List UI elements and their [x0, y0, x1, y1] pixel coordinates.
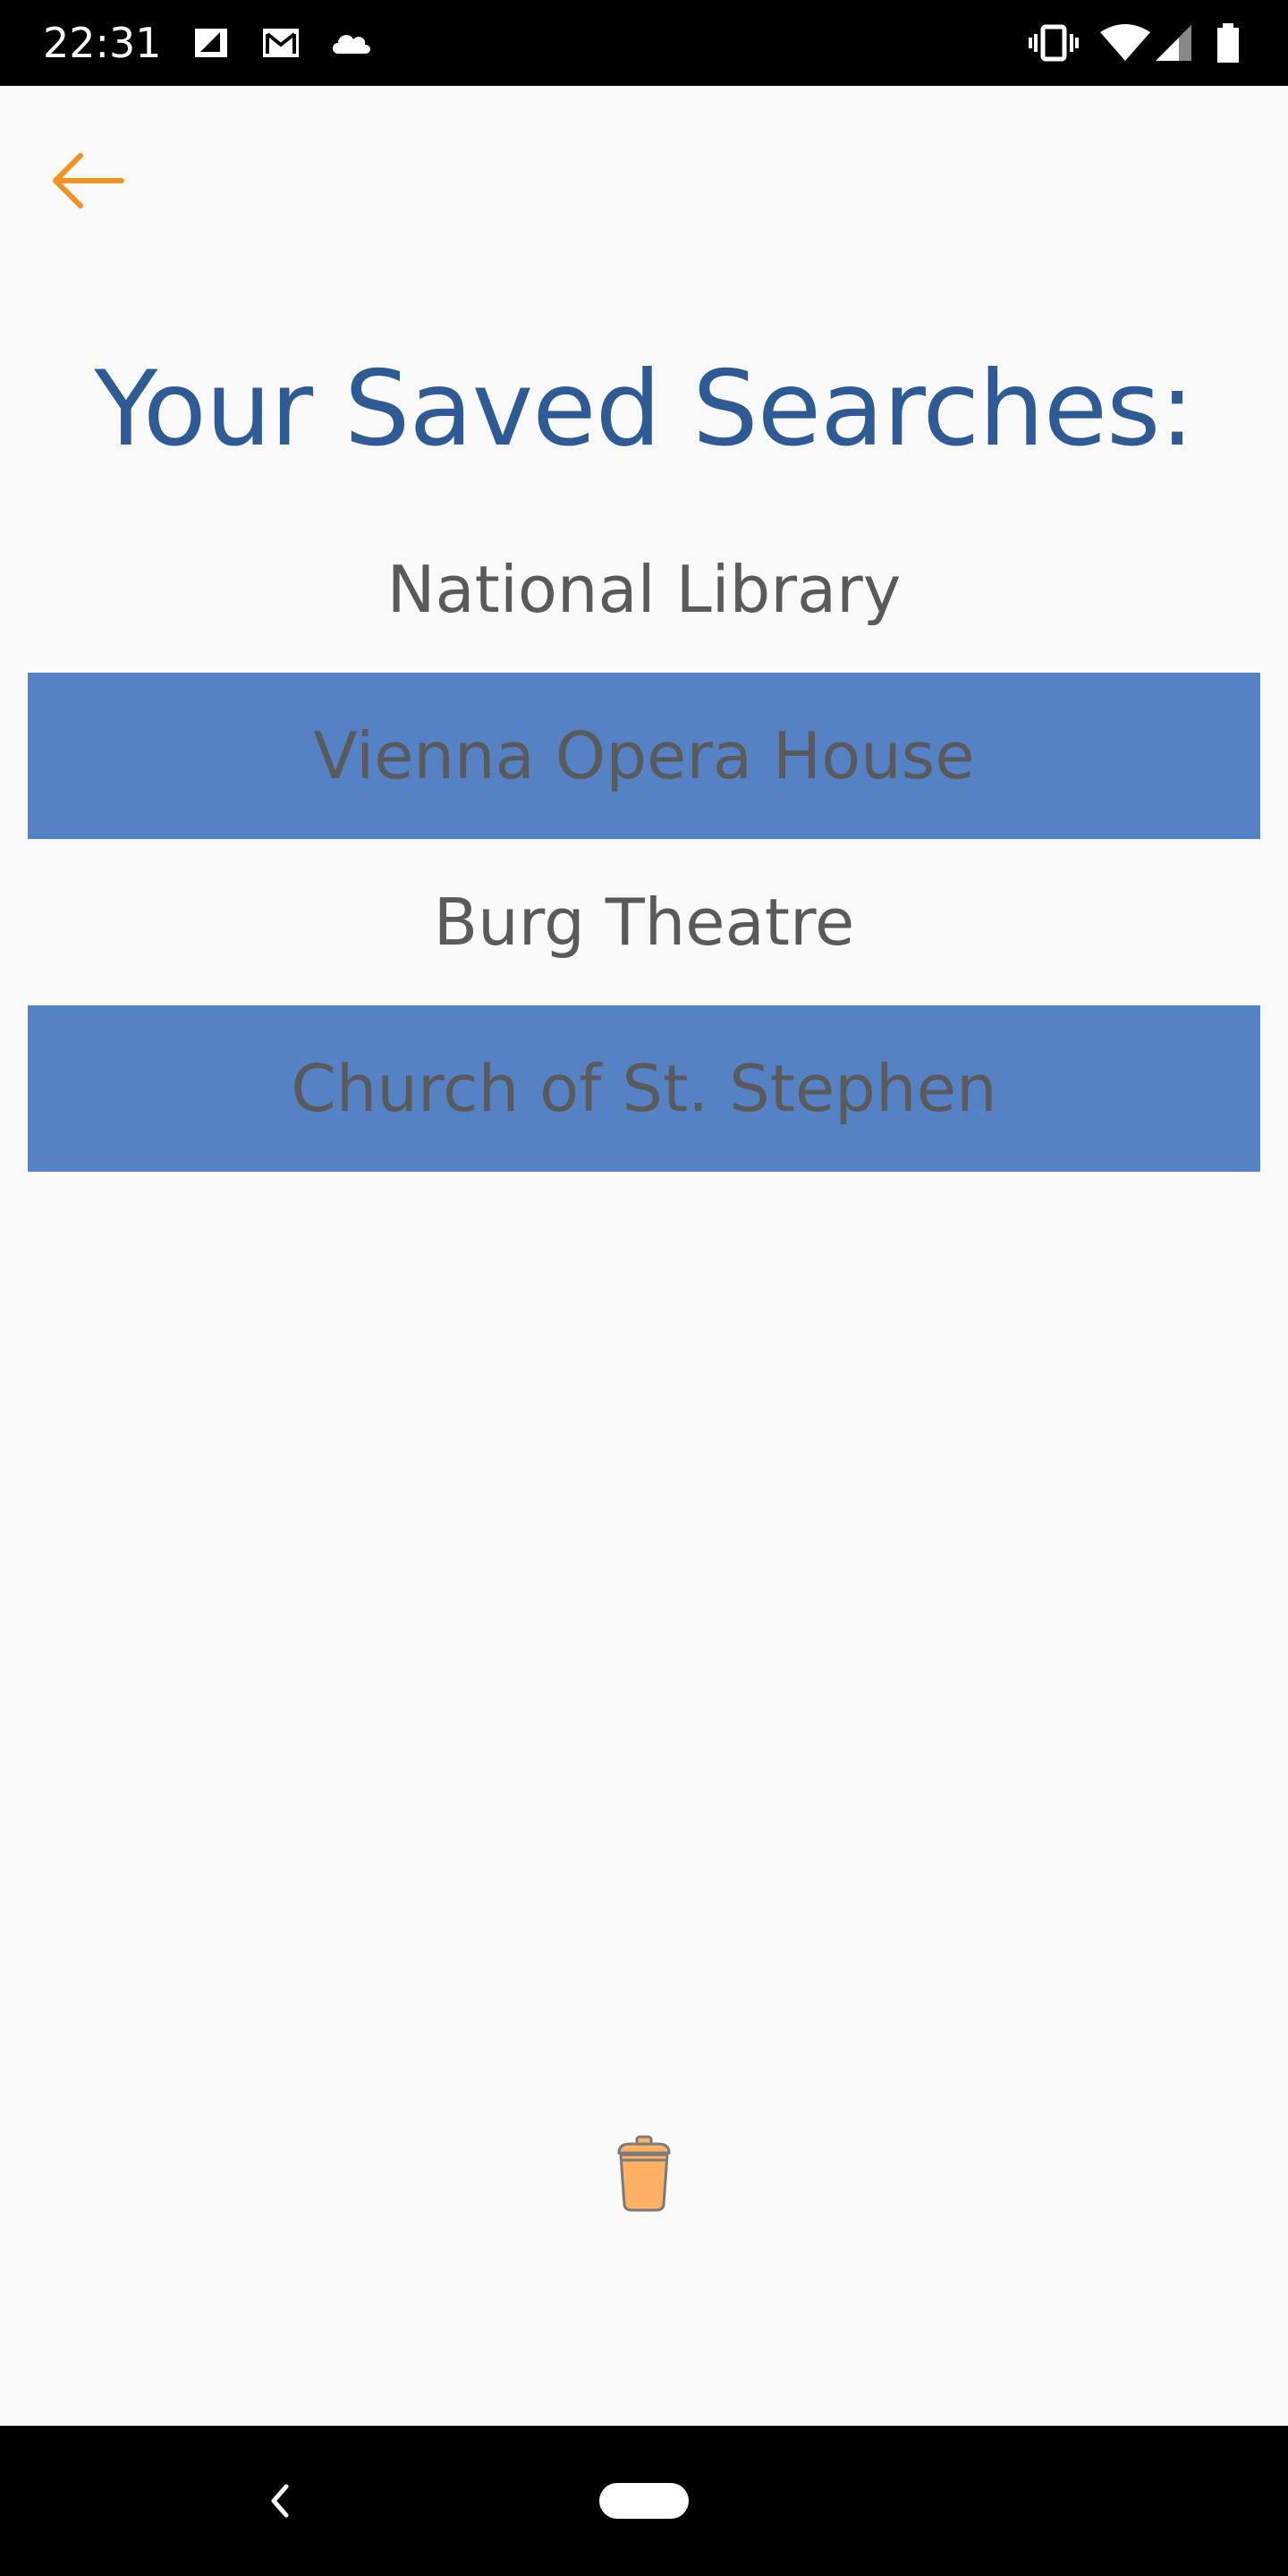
cloud-icon [333, 35, 370, 54]
status-time: 22:31 [43, 19, 162, 67]
wifi-icon [1100, 24, 1150, 61]
list-item-national-library[interactable]: National Library [28, 506, 1260, 673]
list-item-label: Vienna Opera House [313, 718, 975, 793]
nav-back-button[interactable] [250, 2465, 308, 2537]
cell-signal-icon [1156, 25, 1191, 61]
home-pill-icon[interactable] [599, 2483, 689, 2519]
delete-button[interactable] [608, 2129, 680, 2218]
list-item-label: Burg Theatre [433, 885, 855, 960]
system-nav-bar [0, 2426, 1288, 2576]
chevron-left-icon [271, 2484, 289, 2518]
saved-searches-list: National Library Vienna Opera House Burg… [28, 506, 1260, 1172]
list-item-label: National Library [386, 552, 902, 627]
list-item-burg-theatre[interactable]: Burg Theatre [28, 839, 1260, 1005]
page-title: Your Saved Searches: [94, 349, 1194, 470]
status-bar: 22:31 [0, 0, 1288, 86]
list-item-label: Church of St. Stephen [291, 1051, 997, 1126]
trash-can-icon [617, 2135, 671, 2212]
battery-icon [1217, 23, 1239, 63]
back-button[interactable] [36, 131, 136, 231]
app-bar [0, 86, 1288, 265]
gmail-icon [263, 29, 299, 57]
vibrate-icon [1029, 24, 1079, 62]
list-item-church-of-st-stephen[interactable]: Church of St. Stephen [28, 1005, 1260, 1172]
sim-card-icon [195, 29, 227, 57]
arrow-left-icon [53, 153, 124, 208]
list-item-vienna-opera-house[interactable]: Vienna Opera House [28, 673, 1260, 839]
